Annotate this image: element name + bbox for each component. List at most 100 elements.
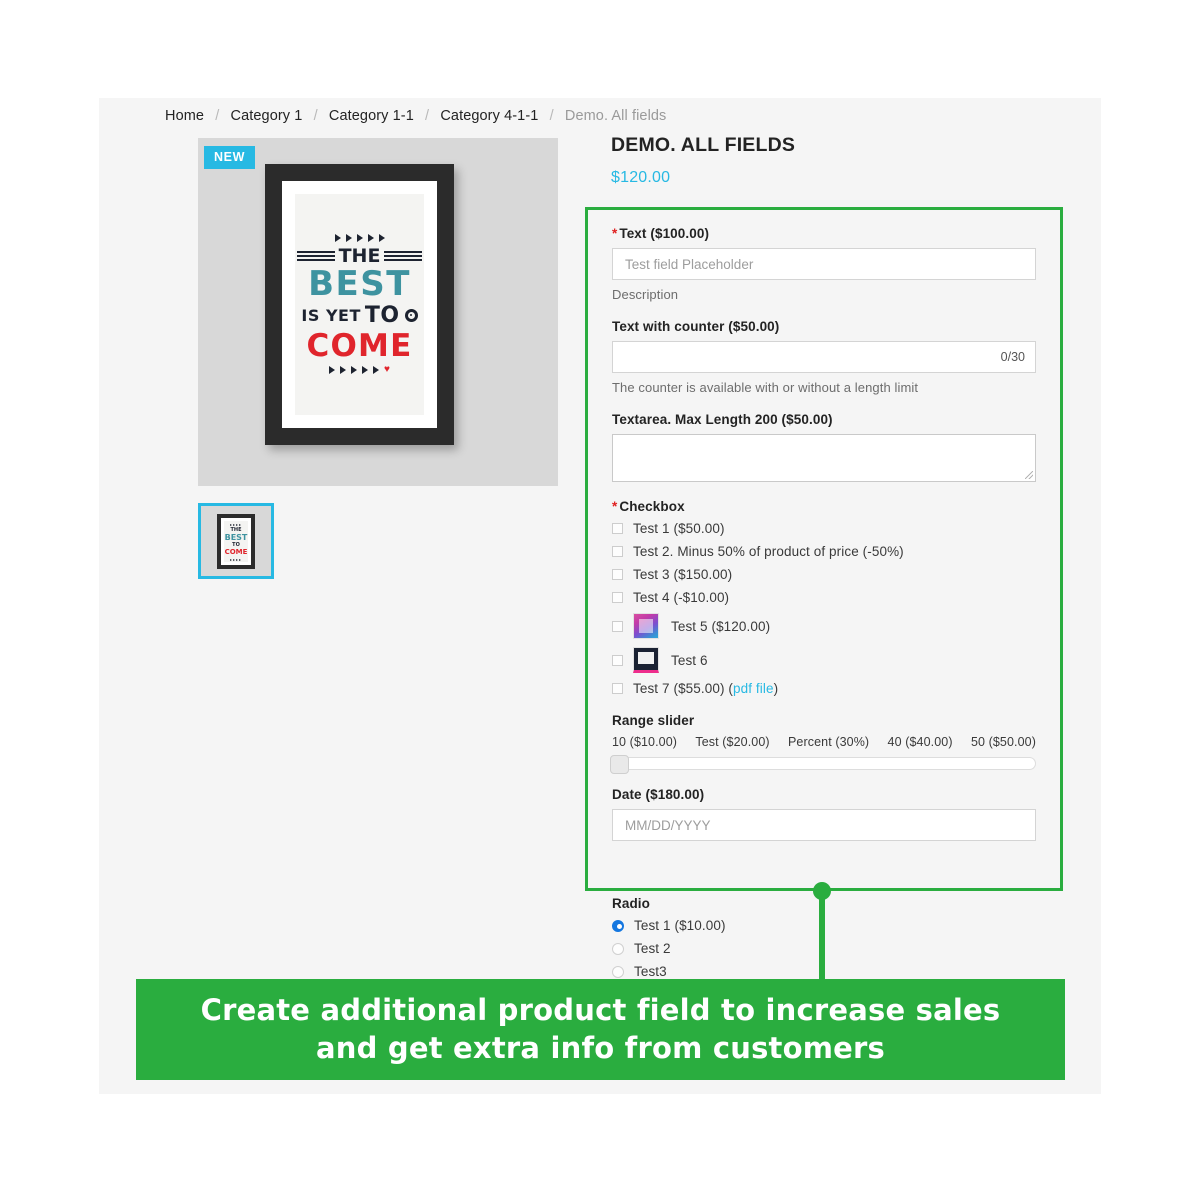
checkbox-icon[interactable]	[612, 546, 623, 557]
checkbox-option-label: Test 3 ($150.00)	[633, 567, 733, 582]
promo-banner-line-2: and get extra info from customers	[316, 1030, 885, 1065]
range-tick-2: Test ($20.00)	[695, 735, 770, 749]
range-slider-handle[interactable]	[610, 755, 629, 774]
field-range-label: Range slider	[612, 713, 695, 728]
checkbox-option-1[interactable]: Test 1 ($50.00)	[612, 521, 1036, 536]
field-date: Date ($180.00) MM/DD/YYYY	[612, 787, 1036, 841]
page-title: DEMO. ALL FIELDS	[611, 134, 796, 156]
field-checkbox-group: * Checkbox Test 1 ($50.00) Test 2. Minus …	[612, 499, 1036, 696]
checkbox-icon[interactable]	[612, 620, 623, 632]
text-input[interactable]: Test field Placeholder	[612, 248, 1036, 280]
radio-icon[interactable]	[612, 919, 624, 932]
thumbnail-word-come: COME	[224, 547, 248, 556]
field-checkbox-label: * Checkbox	[612, 499, 1036, 514]
breadcrumb-separator: /	[425, 108, 430, 124]
checkbox-option-6[interactable]: Test 6	[612, 647, 1036, 673]
range-tick-1: 10 ($10.00)	[612, 735, 678, 749]
thumbnail-word-best: BEST	[224, 532, 248, 542]
checkbox-option-5[interactable]: Test 5 ($120.00)	[612, 613, 1036, 639]
poster-word-come: COME	[306, 327, 413, 364]
arrow-row-bottom-icon: ♥	[329, 364, 390, 374]
text-counter-input[interactable]: 0/30	[612, 341, 1036, 373]
checkbox-icon[interactable]	[612, 592, 623, 603]
radio-option-label: Test 2	[634, 941, 671, 956]
option-thumbnail-image[interactable]	[633, 647, 659, 673]
checkbox-option-label: Test 6	[671, 652, 708, 668]
pdf-file-link[interactable]: pdf file	[733, 681, 774, 696]
checkbox-option-label: Test 7 ($55.00) (pdf file)	[633, 681, 779, 696]
checkbox-option-3[interactable]: Test 3 ($150.00)	[612, 567, 1036, 582]
field-range-slider: Range slider 10 ($10.00) Test ($20.00) P…	[610, 713, 1036, 774]
breadcrumb-item-home[interactable]: Home	[165, 108, 204, 124]
bars-left-icon	[297, 250, 335, 262]
new-badge: NEW	[204, 146, 255, 169]
range-tick-5: 50 ($50.00)	[970, 735, 1036, 749]
bars-right-icon	[384, 250, 422, 262]
breadcrumb-item-category-1[interactable]: Category 1	[231, 108, 303, 124]
checkbox-icon[interactable]	[612, 654, 623, 666]
breadcrumb-item-current: Demo. All fields	[564, 108, 667, 124]
breadcrumb-separator: /	[313, 108, 318, 124]
poster-frame: THE BEST IS YET TO COME ♥	[265, 164, 454, 445]
breadcrumb-item-category-1-1[interactable]: Category 1-1	[329, 108, 414, 124]
breadcrumb-item-category-4-1-1[interactable]: Category 4-1-1	[440, 108, 538, 124]
thumbnail-word-the: THE	[230, 526, 242, 533]
range-tick-4: 40 ($40.00)	[887, 735, 953, 749]
breadcrumb-separator: /	[215, 108, 220, 124]
field-textarea: Textarea. Max Length 200 ($50.00)	[612, 412, 1036, 482]
checkbox-icon[interactable]	[612, 683, 623, 694]
option-thumbnail-image[interactable]	[633, 613, 659, 639]
field-checkbox-label-text: Checkbox	[619, 499, 685, 514]
breadcrumb-separator: /	[549, 108, 554, 124]
arrow-row-top-icon	[334, 234, 385, 243]
thumbnail-mat: ▸▸▸▸ THE BEST TO COME ▸▸▸▸	[221, 518, 251, 565]
checkbox-option-2[interactable]: Test 2. Minus 50% of product of price (-…	[612, 544, 1036, 559]
checkbox-icon[interactable]	[612, 523, 623, 534]
radio-icon[interactable]	[612, 942, 624, 955]
range-slider-track[interactable]	[610, 755, 1036, 774]
callout-anchor-dot	[813, 882, 831, 900]
checkbox-icon[interactable]	[612, 569, 623, 580]
field-text-counter: Text with counter ($50.00) 0/30 The coun…	[612, 319, 1036, 395]
product-info: DEMO. ALL FIELDS $120.00	[611, 134, 1066, 187]
custom-fields-form: * Text ($100.00) Test field Placeholder D…	[610, 226, 1036, 858]
date-input[interactable]: MM/DD/YYYY	[612, 809, 1036, 841]
thumbnail-frame: ▸▸▸▸ THE BEST TO COME ▸▸▸▸	[217, 514, 255, 569]
radio-option-label: Test 1 ($10.00)	[634, 918, 726, 933]
radio-icon[interactable]	[612, 965, 624, 978]
poster-word-best: BEST	[308, 264, 411, 305]
character-counter: 0/30	[1000, 350, 1025, 364]
thumbnail-strip: ▸▸▸▸ THE BEST TO COME ▸▸▸▸	[198, 503, 558, 579]
required-marker: *	[612, 499, 618, 514]
field-text-counter-label: Text with counter ($50.00)	[612, 319, 780, 334]
thumbnail-dots-bottom-icon: ▸▸▸▸	[229, 556, 243, 562]
range-tick-3: Percent (30%)	[788, 735, 870, 749]
checkbox-option-7[interactable]: Test 7 ($55.00) (pdf file)	[612, 681, 1036, 696]
textarea-input[interactable]	[612, 434, 1036, 482]
poster-line-isyet-to: IS YET TO	[297, 303, 422, 328]
thumbnail-poster: ▸▸▸▸ THE BEST TO COME ▸▸▸▸	[224, 521, 248, 562]
thumbnail-dots-icon: ▸▸▸▸	[229, 521, 243, 527]
required-marker: *	[612, 226, 618, 241]
promo-banner-line-1: Create additional product field to incre…	[200, 993, 1001, 1028]
checkbox-option-label: Test 2. Minus 50% of product of price (-…	[633, 544, 904, 559]
field-text-counter-description: The counter is available with or without…	[612, 380, 919, 395]
field-text-label-text: Text ($100.00)	[619, 226, 710, 241]
product-gallery: NEW THE BEST IS YET TO COME ♥ ▸▸▸▸ THE B…	[198, 138, 558, 579]
product-price: $120.00	[611, 169, 671, 186]
poster-mat: THE BEST IS YET TO COME ♥	[282, 181, 437, 428]
product-main-image[interactable]: NEW THE BEST IS YET TO COME ♥	[198, 138, 558, 486]
checkbox-option-label: Test 4 (-$10.00)	[633, 590, 730, 605]
field-text-label: * Text ($100.00)	[612, 226, 1036, 241]
thumbnail-word-to: TO	[232, 541, 240, 548]
field-text-description: Description	[612, 287, 679, 302]
field-date-label: Date ($180.00)	[612, 787, 705, 802]
breadcrumb: Home / Category 1 / Category 1-1 / Categ…	[165, 108, 666, 124]
poster-word-to: TO	[364, 302, 400, 328]
checkbox-option-4[interactable]: Test 4 (-$10.00)	[612, 590, 1036, 605]
thumbnail-item-1[interactable]: ▸▸▸▸ THE BEST TO COME ▸▸▸▸	[198, 503, 274, 579]
checkbox-option-label: Test 1 ($50.00)	[633, 521, 725, 536]
radio-option-label: Test3	[634, 964, 667, 979]
field-text: * Text ($100.00) Test field Placeholder D…	[612, 226, 1036, 302]
poster-word-isyet: IS YET	[301, 305, 361, 325]
